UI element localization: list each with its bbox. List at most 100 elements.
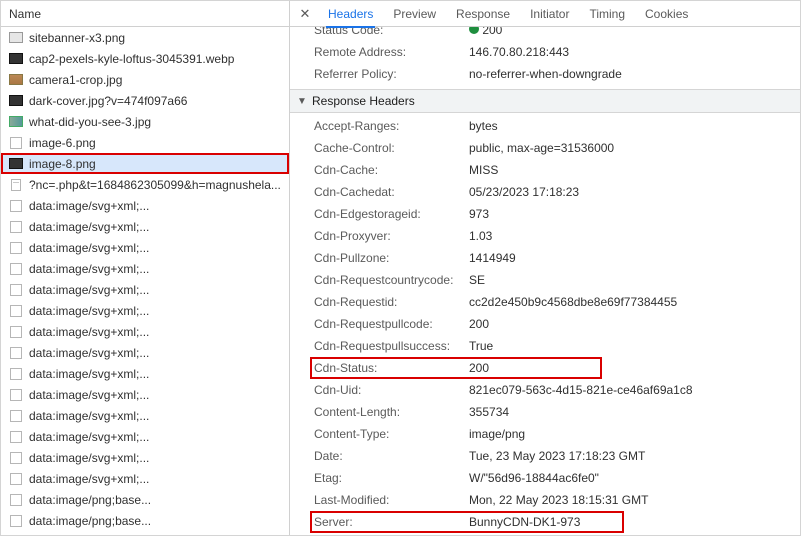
header-value: 973 (469, 206, 800, 222)
response-header-row: Cdn-Edgestorageid:973 (290, 203, 800, 225)
file-row[interactable]: data:image/svg+xml;... (1, 216, 289, 237)
file-label: data:image/svg+xml;... (29, 325, 149, 339)
name-column-header[interactable]: Name (1, 1, 289, 27)
file-row[interactable]: dark-cover.jpg?v=474f097a66 (1, 90, 289, 111)
file-label: data:image/svg+xml;... (29, 220, 149, 234)
header-value: W/"56d96-18844ac6fe0" (469, 470, 800, 486)
tab-response[interactable]: Response (446, 1, 520, 27)
tab-preview[interactable]: Preview (383, 1, 446, 27)
file-type-icon (9, 221, 23, 233)
details-scroll[interactable]: Status Code: 200 Remote Address:146.70.80… (290, 27, 800, 535)
response-headers-section[interactable]: ▼ Response Headers (290, 89, 800, 113)
response-header-row: Cache-Control:public, max-age=31536000 (290, 137, 800, 159)
header-value: 1414949 (469, 250, 800, 266)
file-label: sitebanner-x3.png (29, 31, 125, 45)
header-value: MISS (469, 162, 800, 178)
header-key: Cdn-Uid: (314, 382, 469, 398)
details-panel: ✕ HeadersPreviewResponseInitiatorTimingC… (290, 1, 800, 535)
file-row[interactable]: data:image/svg+xml;... (1, 384, 289, 405)
tab-timing[interactable]: Timing (579, 1, 635, 27)
file-row[interactable]: sitebanner-x3.png (1, 27, 289, 48)
response-header-row: X-Powered-By:Express (290, 533, 800, 535)
response-header-row: Cdn-Requestid:cc2d2e450b9c4568dbe8e69f77… (290, 291, 800, 313)
header-value: cc2d2e450b9c4568dbe8e69f77384455 (469, 294, 800, 310)
header-value: no-referrer-when-downgrade (469, 66, 800, 82)
file-type-icon (9, 410, 23, 422)
general-row: Remote Address:146.70.80.218:443 (290, 41, 800, 63)
file-label: cap2-pexels-kyle-loftus-3045391.webp (29, 52, 234, 66)
file-label: data:image/png;base... (29, 514, 151, 528)
file-type-icon (9, 515, 23, 527)
file-row[interactable]: data:image/svg+xml;... (1, 468, 289, 489)
response-header-row: Cdn-Requestcountrycode:SE (290, 269, 800, 291)
file-row[interactable]: cap2-pexels-kyle-loftus-3045391.webp (1, 48, 289, 69)
file-label: data:image/svg+xml;... (29, 304, 149, 318)
response-header-row: Cdn-Cache:MISS (290, 159, 800, 181)
response-header-row: Cdn-Pullzone:1414949 (290, 247, 800, 269)
section-title: Response Headers (312, 94, 415, 108)
response-header-row: Cdn-Status:200 (290, 357, 800, 379)
response-header-row: Cdn-Requestpullcode:200 (290, 313, 800, 335)
tab-initiator[interactable]: Initiator (520, 1, 579, 27)
file-label: data:image/svg+xml;... (29, 409, 149, 423)
header-key: Cdn-Requestpullcode: (314, 316, 469, 332)
file-label: data:image/svg+xml;... (29, 472, 149, 486)
header-key: Referrer Policy: (314, 66, 469, 82)
file-row[interactable]: data:image/svg+xml;... (1, 363, 289, 384)
header-key: Cdn-Cache: (314, 162, 469, 178)
file-type-icon (9, 74, 23, 86)
general-row: Referrer Policy:no-referrer-when-downgra… (290, 63, 800, 85)
response-header-row: Date:Tue, 23 May 2023 17:18:23 GMT (290, 445, 800, 467)
file-row[interactable]: image-8.png (1, 153, 289, 174)
file-row[interactable]: data:image/svg+xml;... (1, 342, 289, 363)
header-value: image/png (469, 426, 800, 442)
header-value: 821ec079-563c-4d15-821e-ce46af69a1c8 (469, 382, 800, 398)
file-row[interactable]: data:image/svg+xml;... (1, 279, 289, 300)
file-type-icon (9, 32, 23, 44)
header-value: True (469, 338, 800, 354)
file-row[interactable]: data:image/svg+xml;... (1, 237, 289, 258)
file-label: camera1-crop.jpg (29, 73, 122, 87)
file-type-icon (9, 200, 23, 212)
header-value: 200 (469, 316, 800, 332)
response-header-row: Last-Modified:Mon, 22 May 2023 18:15:31 … (290, 489, 800, 511)
file-row[interactable]: data:image/svg+xml;... (1, 321, 289, 342)
file-row[interactable]: data:image/svg+xml;... (1, 300, 289, 321)
header-value: 1.03 (469, 228, 800, 244)
file-type-icon (9, 473, 23, 485)
file-row[interactable]: what-did-you-see-3.jpg (1, 111, 289, 132)
network-file-list-panel: Name sitebanner-x3.png cap2-pexels-kyle-l… (1, 1, 290, 535)
file-label: data:image/svg+xml;... (29, 367, 149, 381)
tab-headers[interactable]: Headers (318, 1, 383, 27)
file-row[interactable]: data:image/png;base... (1, 489, 289, 510)
status-dot-icon (469, 27, 479, 34)
header-key: Server: (314, 514, 469, 530)
header-key: Status Code: (314, 27, 469, 38)
file-type-icon (9, 95, 23, 107)
file-label: data:image/svg+xml;... (29, 388, 149, 402)
file-label: data:image/svg+xml;... (29, 262, 149, 276)
header-value: SE (469, 272, 800, 288)
file-type-icon (9, 494, 23, 506)
tab-cookies[interactable]: Cookies (635, 1, 698, 27)
file-row[interactable]: data:image/svg+xml;... (1, 405, 289, 426)
file-type-icon (9, 53, 23, 65)
header-value: public, max-age=31536000 (469, 140, 800, 156)
header-value: 200 (469, 360, 800, 376)
file-row[interactable]: ?nc=.php&t=1684862305099&h=magnushela... (1, 174, 289, 195)
file-row[interactable]: data:image/svg+xml;... (1, 195, 289, 216)
file-row[interactable]: data:image/svg+xml;... (1, 258, 289, 279)
header-key: Cdn-Pullzone: (314, 250, 469, 266)
response-header-row: Cdn-Cachedat:05/23/2023 17:18:23 (290, 181, 800, 203)
close-icon[interactable]: ✕ (296, 5, 314, 23)
file-label: image-8.png (29, 157, 96, 171)
file-row[interactable]: data:image/png;base... (1, 510, 289, 531)
header-key: Cdn-Cachedat: (314, 184, 469, 200)
file-label: data:image/svg+xml;... (29, 430, 149, 444)
file-row[interactable]: data:image/svg+xml;... (1, 426, 289, 447)
file-row[interactable]: image-6.png (1, 132, 289, 153)
file-row[interactable]: camera1-crop.jpg (1, 69, 289, 90)
header-key: Cdn-Requestcountrycode: (314, 272, 469, 288)
file-row[interactable]: data:image/svg+xml;... (1, 447, 289, 468)
file-list: sitebanner-x3.png cap2-pexels-kyle-loftus… (1, 27, 289, 535)
